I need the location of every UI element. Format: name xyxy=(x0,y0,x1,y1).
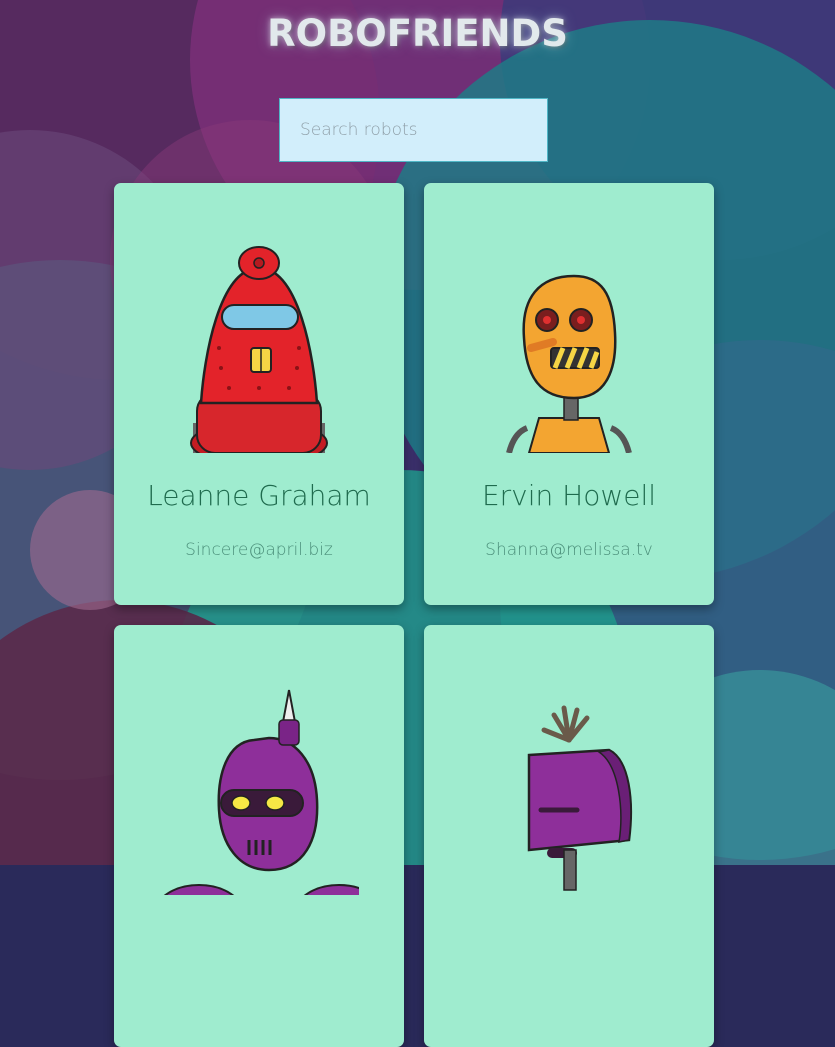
page-title: ROBOFRIENDS xyxy=(267,12,568,55)
robot-card[interactable]: Ervin Howell Shanna@melissa.tv xyxy=(424,183,714,605)
robot-avatar-icon xyxy=(527,705,633,891)
robot-avatar-icon xyxy=(190,246,328,453)
robot-card[interactable] xyxy=(424,625,714,1047)
robot-email: Shanna@melissa.tv xyxy=(485,540,653,560)
robot-card[interactable] xyxy=(114,625,404,1047)
robot-card[interactable]: Leanne Graham Sincere@april.biz xyxy=(114,183,404,605)
robot-avatar-icon xyxy=(506,274,632,453)
search-input[interactable] xyxy=(279,98,548,162)
robot-avatar-icon xyxy=(163,689,359,895)
robot-name: Leanne Graham xyxy=(147,479,371,512)
robot-name: Ervin Howell xyxy=(481,479,657,512)
robot-email: Sincere@april.biz xyxy=(185,540,333,560)
